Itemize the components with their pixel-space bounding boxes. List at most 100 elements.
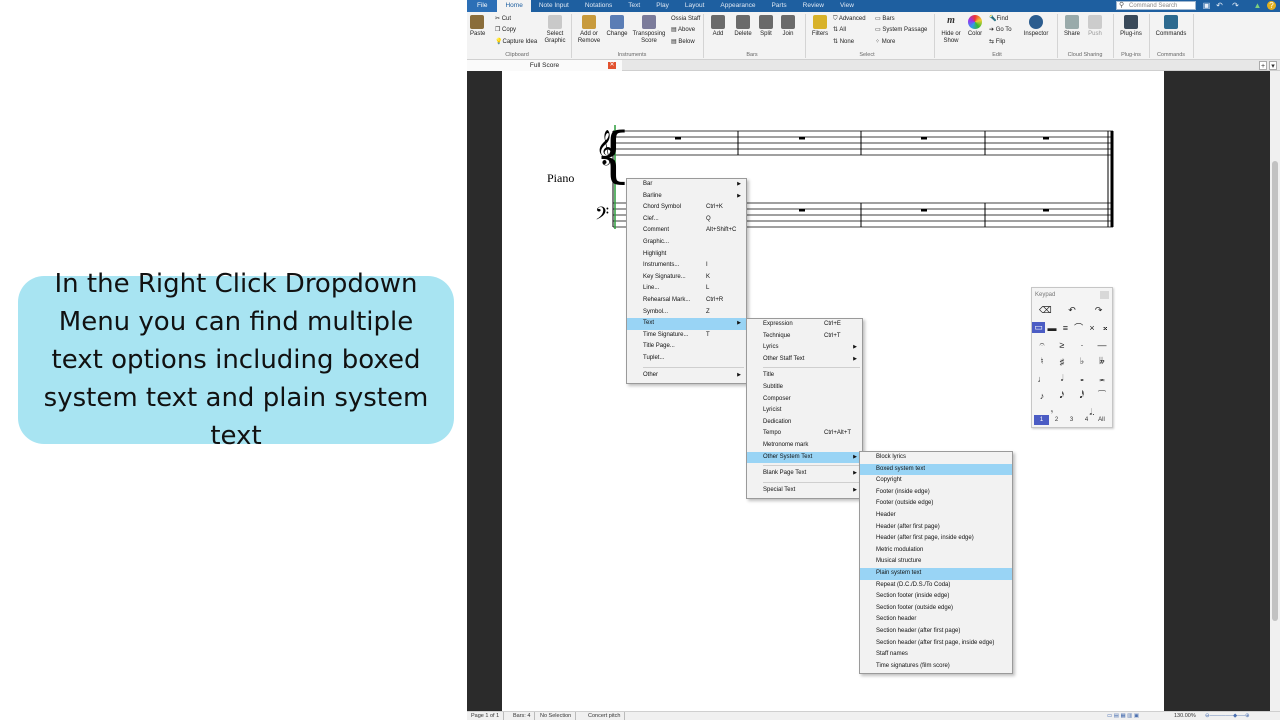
select-graphic-button[interactable]: Select Graphic	[543, 15, 567, 45]
menu-item-tempo[interactable]: Tempo Ctrl+Alt+T	[747, 428, 862, 440]
keypad-key[interactable]: ♯	[1054, 357, 1070, 367]
keypad-key[interactable]: ↶	[1064, 305, 1080, 316]
tab-play[interactable]: Play	[648, 0, 677, 12]
inspector-button[interactable]: Inspector	[1022, 15, 1050, 38]
menu-item-lyrics[interactable]: Lyrics ▶	[747, 342, 862, 354]
menu-item-title[interactable]: Title	[747, 370, 862, 382]
tab-parts[interactable]: Parts	[763, 0, 794, 12]
menu-item-footer-inside-edge[interactable]: Footer (inside edge)	[860, 487, 1012, 499]
menu-item-plain-system-text[interactable]: Plain system text	[860, 567, 1012, 580]
keypad-key[interactable]: 𝅜	[1094, 373, 1110, 384]
menu-item-symbol[interactable]: Symbol... Z	[627, 307, 746, 319]
flip-button[interactable]: ⇆ Flip	[989, 39, 1005, 46]
menu-item-staff-names[interactable]: Staff names	[860, 649, 1012, 661]
add-tab-icon[interactable]: +	[1259, 61, 1267, 70]
menu-item-dedication[interactable]: Dedication	[747, 417, 862, 429]
keypad-key[interactable]: ↷	[1091, 305, 1107, 316]
menu-item-section-footer-outside-edge[interactable]: Section footer (outside edge)	[860, 603, 1012, 615]
menu-item-expression[interactable]: Expression Ctrl+E	[747, 319, 862, 331]
keypad-key[interactable]: ▬	[1045, 323, 1058, 333]
join-bar-button[interactable]: Join	[780, 15, 796, 38]
menu-item-chord-symbol[interactable]: Chord Symbol Ctrl+K	[627, 202, 746, 214]
menu-item-highlight[interactable]: Highlight	[627, 249, 746, 261]
help-icon[interactable]: ?	[1267, 1, 1276, 10]
copy-button[interactable]: ❐ Copy	[495, 27, 516, 34]
system-passage-button[interactable]: ▭ System Passage	[875, 27, 927, 34]
keypad-layout-tab[interactable]: 1	[1034, 415, 1049, 425]
menu-item-lyricist[interactable]: Lyricist	[747, 405, 862, 417]
menu-item-graphic[interactable]: Graphic...	[627, 237, 746, 249]
keypad-key[interactable]: ⁀	[1094, 390, 1110, 401]
tab-text[interactable]: Text	[620, 0, 648, 12]
keypad-key[interactable]: ≥	[1054, 340, 1070, 350]
menu-item-header[interactable]: Header	[860, 510, 1012, 522]
menu-item-metric-modulation[interactable]: Metric modulation	[860, 545, 1012, 557]
keypad-key[interactable]: ♪	[1034, 391, 1050, 401]
filters-button[interactable]: Filters	[810, 15, 830, 38]
split-bar-button[interactable]: Split	[758, 15, 774, 38]
menu-item-rehearsal-mark[interactable]: Rehearsal Mark... Ctrl+R	[627, 295, 746, 307]
keypad-key[interactable]: 𝄐	[1034, 339, 1050, 350]
paste-button[interactable]: Paste	[470, 15, 485, 38]
menu-item-composer[interactable]: Composer	[747, 394, 862, 406]
zoom-slider[interactable]: ⊖──────◆──⊕	[1201, 712, 1254, 720]
share-button[interactable]: Share	[1063, 15, 1081, 38]
tab-full-score[interactable]: Full Score	[467, 60, 622, 71]
menu-item-header-after-first-page-inside-edge[interactable]: Header (after first page, inside edge)	[860, 533, 1012, 545]
keypad-key[interactable]: 𝅘𝅥𝅰	[1074, 390, 1090, 401]
keypad-key[interactable]: ⌒	[1072, 321, 1085, 334]
select-more-button[interactable]: ⁘ More	[875, 39, 895, 46]
tab-menu-icon[interactable]: ▾	[1269, 61, 1277, 70]
keypad-key[interactable]: 𝅝	[1074, 373, 1090, 384]
command-search-input[interactable]: ⚲ Command Search	[1116, 1, 1196, 10]
menu-item-comment[interactable]: Comment Alt+Shift+C	[627, 225, 746, 237]
commands-button[interactable]: Commands	[1153, 15, 1189, 38]
capture-idea-button[interactable]: 💡Capture Idea	[495, 39, 537, 46]
select-all-button[interactable]: ⇅ All	[833, 27, 846, 34]
menu-item-instruments[interactable]: Instruments... I	[627, 260, 746, 272]
menu-item-special-text[interactable]: Special Text ▶	[747, 485, 862, 497]
add-bar-button[interactable]: Add	[709, 15, 727, 38]
keypad-layout-tab[interactable]: All	[1094, 415, 1109, 425]
color-button[interactable]: Color	[966, 15, 984, 38]
menu-item-footer-outside-edge[interactable]: Footer (outside edge)	[860, 498, 1012, 510]
keypad-key[interactable]: ≡	[1059, 323, 1072, 333]
menu-item-other-system-text[interactable]: Other System Text ▶	[747, 451, 862, 464]
keypad-key[interactable]: 𝅘𝅥𝅯	[1054, 390, 1070, 401]
menu-item-other[interactable]: Other ▶	[627, 370, 746, 382]
zoom-level[interactable]: 130.00%	[1170, 712, 1200, 720]
keypad-key[interactable]: ♩	[1034, 374, 1050, 384]
keypad-close-icon[interactable]	[1100, 291, 1109, 299]
undo-icon[interactable]: ↶	[1215, 1, 1224, 10]
ossia-below-button[interactable]: ▤ Below	[671, 39, 695, 46]
transposing-score-button[interactable]: Transposing Score	[632, 15, 666, 45]
delete-bar-button[interactable]: Delete	[733, 15, 753, 38]
menu-item-boxed-system-text[interactable]: Boxed system text	[860, 463, 1012, 476]
redo-icon[interactable]: ↷	[1231, 1, 1240, 10]
tab-home[interactable]: Home	[497, 0, 531, 12]
tab-layout[interactable]: Layout	[677, 0, 713, 12]
keypad-key[interactable]: ♭	[1074, 356, 1090, 367]
keypad-layout-tab[interactable]: 2	[1049, 415, 1064, 425]
menu-item-time-signature[interactable]: Time Signature... T	[627, 330, 746, 342]
menu-item-section-footer-inside-edge[interactable]: Section footer (inside edge)	[860, 591, 1012, 603]
keypad-key[interactable]: ×	[1085, 323, 1098, 333]
menu-item-blank-page-text[interactable]: Blank Page Text ▶	[747, 468, 862, 480]
plugins-button[interactable]: Plug-ins	[1118, 15, 1144, 38]
menu-item-key-signature[interactable]: Key Signature... K	[627, 272, 746, 284]
keypad-key[interactable]: —	[1094, 340, 1110, 350]
menu-item-text[interactable]: Text ▶	[627, 318, 746, 330]
menu-item-tuplet[interactable]: Tuplet...	[627, 353, 746, 365]
menu-item-bar[interactable]: Bar ▶	[627, 179, 746, 191]
close-tab-icon[interactable]: ✕	[608, 62, 616, 69]
ossia-above-button[interactable]: ▤ Above	[671, 27, 695, 34]
menu-item-block-lyrics[interactable]: Block lyrics	[860, 452, 1012, 464]
tab-note-input[interactable]: Note Input	[531, 0, 577, 12]
menu-item-barline[interactable]: Barline ▶	[627, 191, 746, 203]
save-icon[interactable]: ▣	[1202, 1, 1211, 10]
advanced-select-button[interactable]: ⛉ Advanced	[833, 16, 866, 23]
select-none-button[interactable]: ⇅ None	[833, 39, 854, 46]
keypad-layout-tab[interactable]: 3	[1064, 415, 1079, 425]
push-button[interactable]: Push	[1086, 15, 1104, 38]
keypad-key[interactable]: ▭	[1032, 322, 1046, 333]
